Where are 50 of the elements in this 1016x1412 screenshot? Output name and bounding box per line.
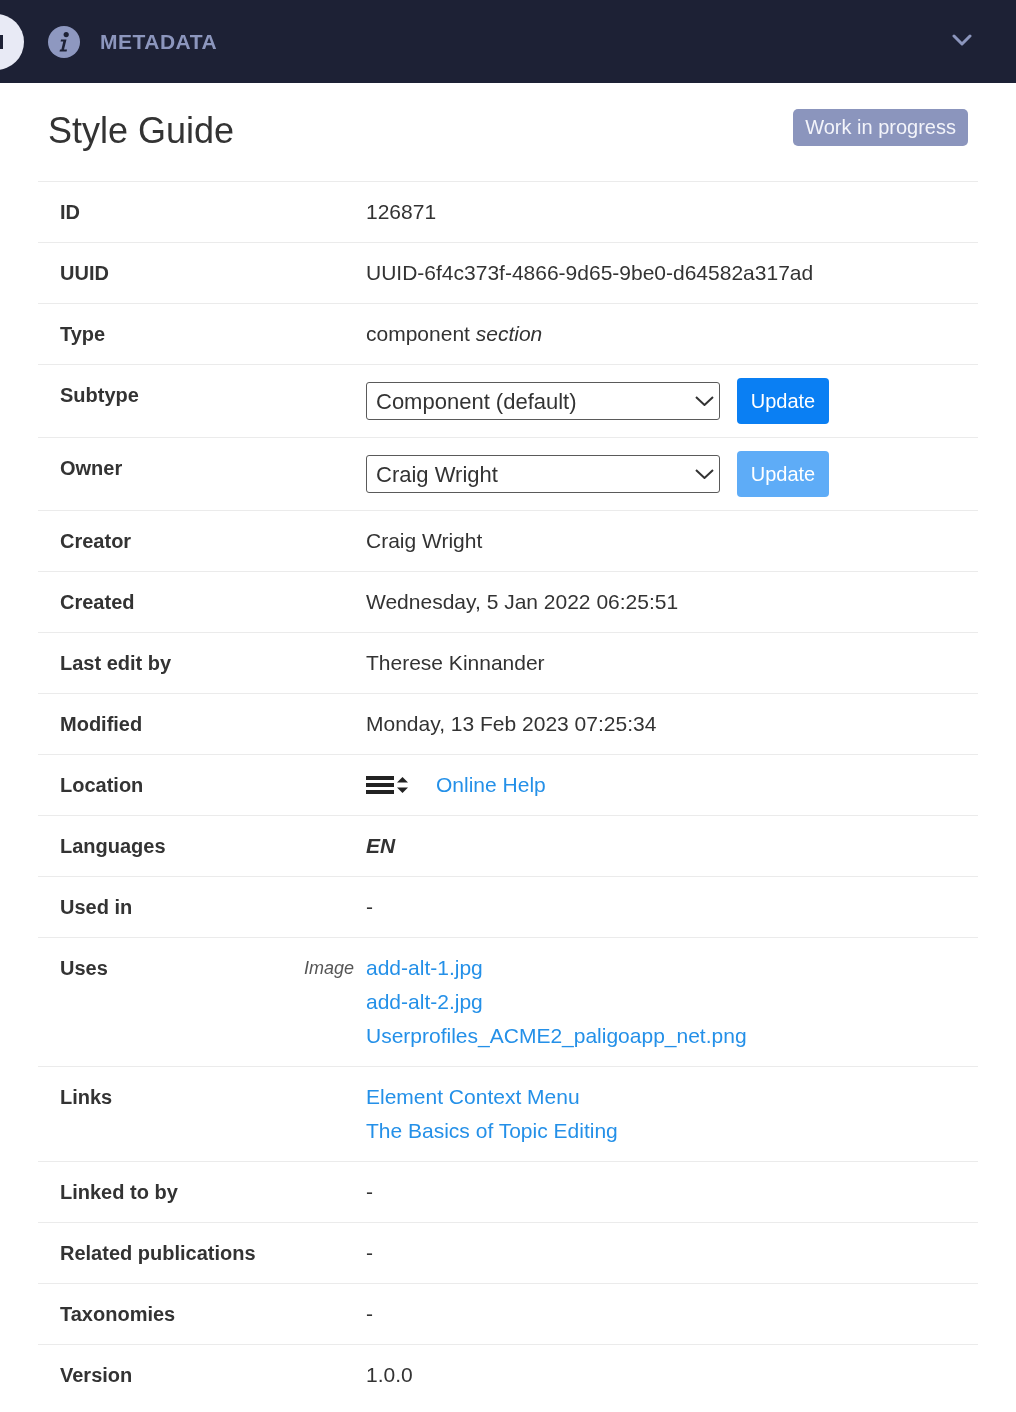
field-label: Location <box>60 773 144 798</box>
field-value: 1.0.0 <box>366 1363 413 1386</box>
field-value: component section <box>366 322 543 345</box>
chevron-down-icon <box>695 396 714 406</box>
field-label: Modified <box>60 712 143 737</box>
field-value: 126871 <box>366 200 437 223</box>
field-label: Owner <box>60 456 123 481</box>
field-label: Created <box>60 590 135 615</box>
chevron-down-icon[interactable] <box>952 33 972 46</box>
field-label: Related publications <box>60 1241 256 1266</box>
field-label: UUID <box>60 261 109 286</box>
link[interactable]: Element Context Menu <box>366 1080 580 1114</box>
field-value: - <box>366 1302 373 1325</box>
field-label: Taxonomies <box>60 1302 176 1327</box>
field-label: Linked to by <box>60 1180 178 1205</box>
field-value: - <box>366 1180 373 1203</box>
link[interactable]: add-alt-1.jpg <box>366 951 483 985</box>
field-label: Used in <box>60 895 133 920</box>
link[interactable]: add-alt-2.jpg <box>366 985 483 1019</box>
field-label: Type <box>60 322 106 347</box>
section-title: METADATA <box>100 28 218 55</box>
field-label: Creator <box>60 529 132 554</box>
field-value: Therese Kinnander <box>366 651 545 674</box>
info-icon <box>48 25 80 58</box>
field-label: Uses <box>60 956 108 981</box>
link[interactable]: The Basics of Topic Editing <box>366 1114 618 1148</box>
language-code: EN <box>366 834 396 857</box>
status-badge: Work in progress <box>793 109 968 146</box>
dropdown-select[interactable]: Craig Wright <box>366 455 720 493</box>
field-label: Last edit by <box>60 651 172 676</box>
list-sort-icon[interactable] <box>366 776 408 794</box>
field-value: Monday, 13 Feb 2023 07:25:34 <box>366 712 657 735</box>
field-value: - <box>366 895 373 918</box>
location-link[interactable]: Online Help <box>436 768 546 802</box>
field-value: Craig Wright <box>366 529 483 552</box>
update-button[interactable]: Update <box>737 378 829 424</box>
field-value: Wednesday, 5 Jan 2022 06:25:51 <box>366 590 679 613</box>
link[interactable]: Userprofiles_ACME2_paligoapp_net.png <box>366 1019 747 1053</box>
page-title: Style Guide <box>48 109 235 153</box>
field-label: Languages <box>60 834 166 859</box>
round-handle-icon[interactable] <box>0 13 24 70</box>
field-label: Subtype <box>60 383 139 408</box>
field-label: Version <box>60 1363 133 1388</box>
dropdown-select[interactable]: Component (default) <box>366 382 720 420</box>
category-label: Image <box>303 957 354 980</box>
chevron-down-icon <box>695 469 714 479</box>
field-label: ID <box>60 200 80 225</box>
field-value: - <box>366 1241 373 1264</box>
field-value: UUID-6f4c373f-4866-9d65-9be0-d64582a317ad <box>366 261 814 284</box>
field-label: Links <box>60 1085 113 1110</box>
